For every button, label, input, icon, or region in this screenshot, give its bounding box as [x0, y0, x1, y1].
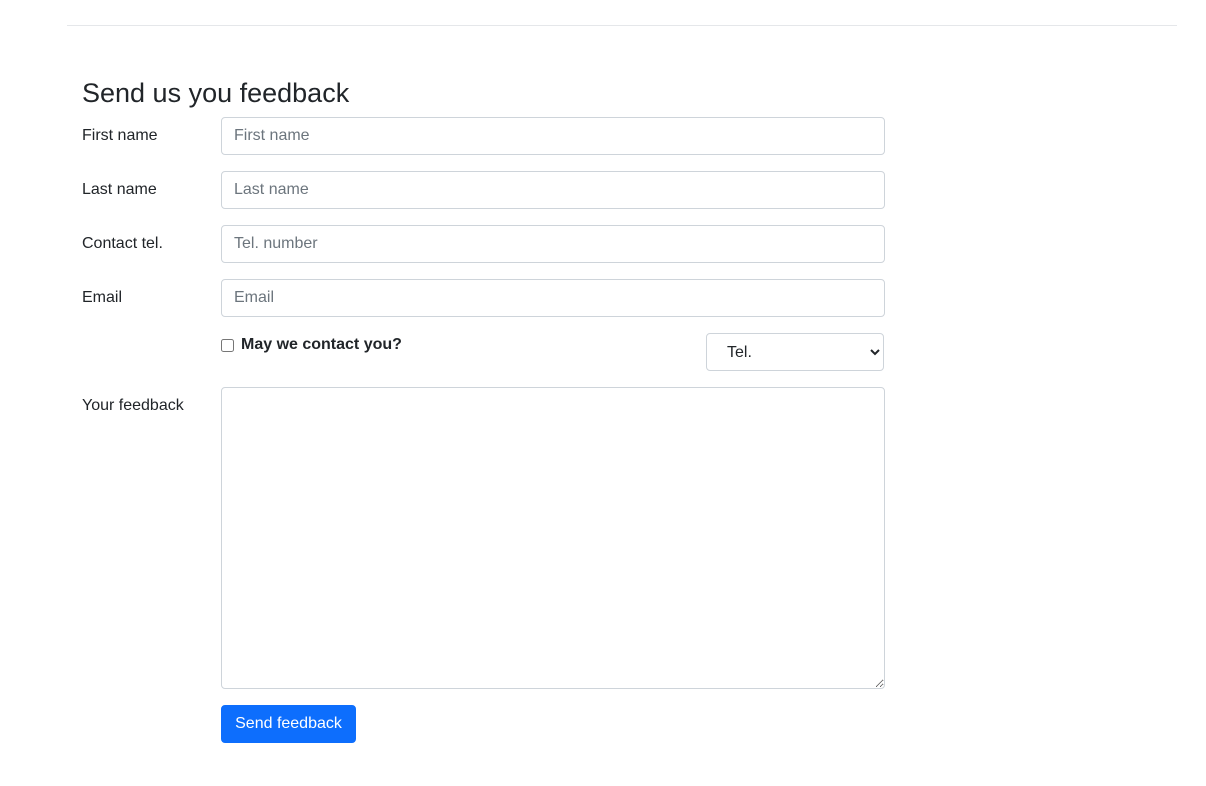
email-label: Email	[82, 289, 123, 306]
contact-tel-label: Contact tel.	[82, 235, 163, 252]
tel-number-input[interactable]	[221, 225, 885, 263]
email-input[interactable]	[221, 279, 885, 317]
contact-consent-label[interactable]: May we contact you?	[241, 336, 402, 354]
feedback-label: Your feedback	[82, 397, 184, 414]
last-name-input[interactable]	[221, 171, 885, 209]
first-name-input[interactable]	[221, 117, 885, 155]
header-divider	[67, 25, 1177, 26]
contact-consent-group: May we contact you?	[221, 334, 402, 356]
send-feedback-button[interactable]: Send feedback	[221, 705, 356, 743]
contact-method-select[interactable]: Tel.	[706, 333, 884, 371]
feedback-textarea[interactable]	[221, 387, 885, 689]
contact-consent-checkbox[interactable]	[221, 338, 234, 352]
form-title: Send us you feedback	[82, 78, 350, 108]
first-name-label: First name	[82, 127, 158, 144]
last-name-label: Last name	[82, 181, 157, 198]
